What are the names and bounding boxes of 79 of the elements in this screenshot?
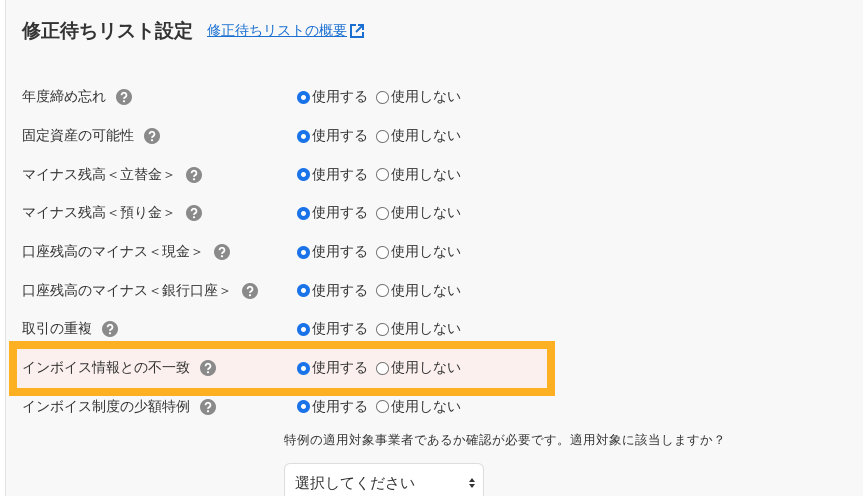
sort-caret-icon: [469, 478, 475, 488]
radio-icon[interactable]: [297, 90, 310, 104]
help-icon[interactable]: [186, 166, 202, 183]
option-label: 使用しない: [391, 204, 461, 222]
option-label: 使用しない: [391, 166, 461, 184]
option-label: 使用しない: [391, 243, 461, 262]
radio-option[interactable]: 使用する: [297, 204, 368, 222]
option-label: 使用する: [312, 166, 368, 184]
page-title: 修正待ちリスト設定: [22, 19, 193, 44]
option-label: 使用する: [312, 243, 368, 262]
help-icon[interactable]: [214, 244, 230, 260]
radio-icon[interactable]: [297, 206, 310, 220]
radio-option[interactable]: 使用する: [297, 359, 368, 378]
setting-label: 固定資産の可能性: [22, 127, 134, 146]
select-field[interactable]: 選択してください: [284, 463, 484, 496]
option-label: 使用する: [312, 204, 368, 222]
option-label: 使用しない: [391, 320, 461, 338]
setting-label: 口座残高のマイナス＜現金＞: [22, 243, 204, 262]
option-label: 使用する: [312, 398, 368, 416]
radio-option[interactable]: 使用する: [297, 88, 368, 106]
radio-icon[interactable]: [297, 322, 310, 336]
radio-option[interactable]: 使用しない: [376, 166, 461, 184]
setting-label: 年度締め忘れ: [22, 88, 106, 106]
option-label: 使用する: [312, 127, 368, 146]
radio-icon[interactable]: [297, 400, 310, 414]
radio-option[interactable]: 使用する: [297, 166, 368, 184]
overview-link[interactable]: 修正待ちリストの概要: [207, 22, 365, 40]
radio-icon[interactable]: [376, 246, 389, 259]
radio-option[interactable]: 使用しない: [376, 359, 461, 378]
radio-icon[interactable]: [376, 400, 389, 414]
radio-option[interactable]: 使用する: [297, 282, 368, 300]
radio-option[interactable]: 使用する: [297, 127, 368, 146]
option-label: 使用しない: [391, 282, 461, 300]
help-icon[interactable]: [200, 398, 216, 415]
help-icon[interactable]: [102, 321, 118, 338]
radio-option[interactable]: 使用しない: [376, 243, 461, 262]
setting-label: マイナス残高＜預り金＞: [22, 204, 176, 222]
radio-icon[interactable]: [376, 284, 389, 298]
external-link-icon: [349, 23, 365, 39]
option-label: 使用しない: [391, 398, 461, 416]
option-label: 使用しない: [391, 127, 461, 146]
help-icon[interactable]: [186, 205, 202, 222]
radio-icon[interactable]: [376, 168, 389, 182]
radio-option[interactable]: 使用しない: [376, 127, 461, 146]
radio-option[interactable]: 使用する: [297, 398, 368, 416]
option-label: 使用しない: [391, 359, 461, 378]
select-value: 選択してください: [295, 474, 415, 493]
radio-option[interactable]: 使用する: [297, 320, 368, 338]
radio-icon[interactable]: [376, 322, 389, 336]
setting-label: 口座残高のマイナス＜銀行口座＞: [22, 282, 232, 300]
option-label: 使用しない: [391, 88, 461, 106]
radio-option[interactable]: 使用しない: [376, 282, 461, 300]
setting-label: 取引の重複: [22, 320, 92, 338]
help-icon[interactable]: [144, 128, 160, 144]
radio-icon[interactable]: [297, 130, 310, 143]
radio-icon[interactable]: [297, 284, 310, 298]
help-icon[interactable]: [116, 89, 132, 106]
radio-icon[interactable]: [376, 90, 389, 104]
note-text: 特例の適用対象事業者であるか確認が必要です。適用対象に該当しますか？: [284, 432, 727, 450]
radio-icon[interactable]: [376, 130, 389, 143]
option-label: 使用する: [312, 282, 368, 300]
radio-option[interactable]: 使用しない: [376, 88, 461, 106]
setting-label: インボイス制度の少額特例: [22, 398, 190, 416]
radio-option[interactable]: 使用しない: [376, 320, 461, 338]
radio-icon[interactable]: [297, 362, 310, 375]
option-label: 使用する: [312, 88, 368, 106]
setting-label: マイナス残高＜立替金＞: [22, 166, 176, 184]
radio-option[interactable]: 使用しない: [376, 204, 461, 222]
help-icon[interactable]: [242, 282, 258, 299]
help-icon[interactable]: [200, 360, 216, 376]
radio-option[interactable]: 使用しない: [376, 398, 461, 416]
setting-label: インボイス情報との不一致: [22, 359, 190, 378]
radio-option[interactable]: 使用する: [297, 243, 368, 262]
radio-icon[interactable]: [297, 246, 310, 259]
radio-icon[interactable]: [376, 206, 389, 220]
radio-icon[interactable]: [376, 362, 389, 375]
option-label: 使用する: [312, 359, 368, 378]
option-label: 使用する: [312, 320, 368, 338]
radio-icon[interactable]: [297, 168, 310, 182]
